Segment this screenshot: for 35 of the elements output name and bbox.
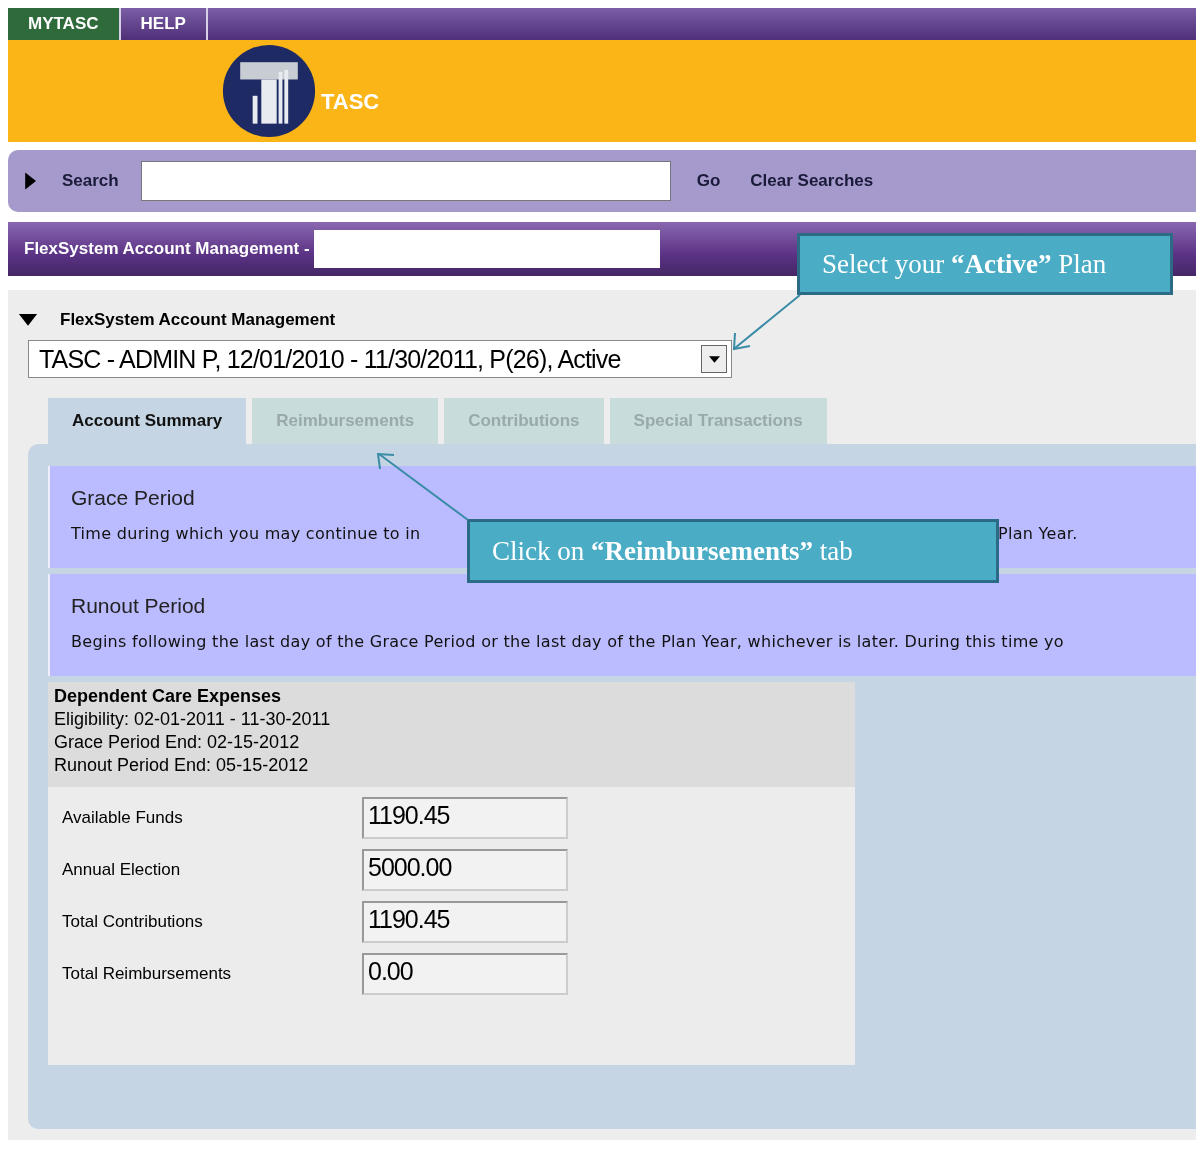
amount-field: 5000.00 <box>362 849 568 891</box>
info-title: Grace Period <box>71 486 196 510</box>
logo-icon <box>221 43 317 139</box>
info-text: Time during which you may continue to in <box>71 524 421 543</box>
plan-dropdown[interactable]: TASC - ADMIN P, 12/01/2010 - 11/30/2011, P(26), Active <box>28 340 732 378</box>
field-label: Annual Election <box>62 860 182 880</box>
callout-box: Select your “Active” Plan <box>797 233 1173 295</box>
field-label: Available Funds <box>62 808 184 828</box>
amount-field: 0.00 <box>362 953 568 995</box>
account-detail: Runout Period End: 05-15-2012 <box>54 755 310 776</box>
amount-field: 1190.45 <box>362 901 568 943</box>
account-name-field[interactable] <box>313 230 660 268</box>
info-text: Plan Year. <box>998 524 1078 543</box>
search-label: Search <box>62 171 119 191</box>
pointer-arrow <box>732 294 801 351</box>
go-button[interactable]: Go <box>692 171 725 191</box>
account-heading: Dependent Care Expenses <box>54 686 283 707</box>
account-detail: Grace Period End: 02-15-2012 <box>54 732 301 753</box>
page-title: FlexSystem Account Management - <box>24 239 310 259</box>
search-field[interactable] <box>140 161 671 201</box>
amount-field: 1190.45 <box>362 797 568 839</box>
account-detail: Eligibility: 02-01-2011 - 11-30-2011 <box>54 709 332 730</box>
field-label: Total Reimbursements <box>62 964 233 984</box>
logo-text: TASC <box>321 89 380 115</box>
nav-tab[interactable]: MYTASC <box>8 8 121 40</box>
callout-box: Click on “Reimbursements” tab <box>467 519 999 583</box>
section-title: FlexSystem Account Management <box>60 310 336 330</box>
caret-icon <box>708 355 720 363</box>
field-label: Total Contributions <box>62 912 204 932</box>
collapse-icon[interactable] <box>18 313 38 327</box>
info-text: Begins following the last day of the Grace Period or the last day of the Plan Year, whichever is later. During this time yo <box>71 632 1064 651</box>
tab[interactable]: Account Summary <box>48 398 247 444</box>
info-title: Runout Period <box>71 594 207 618</box>
clear-searches-button[interactable]: Clear Searches <box>746 171 878 191</box>
expand-icon[interactable] <box>24 171 36 191</box>
